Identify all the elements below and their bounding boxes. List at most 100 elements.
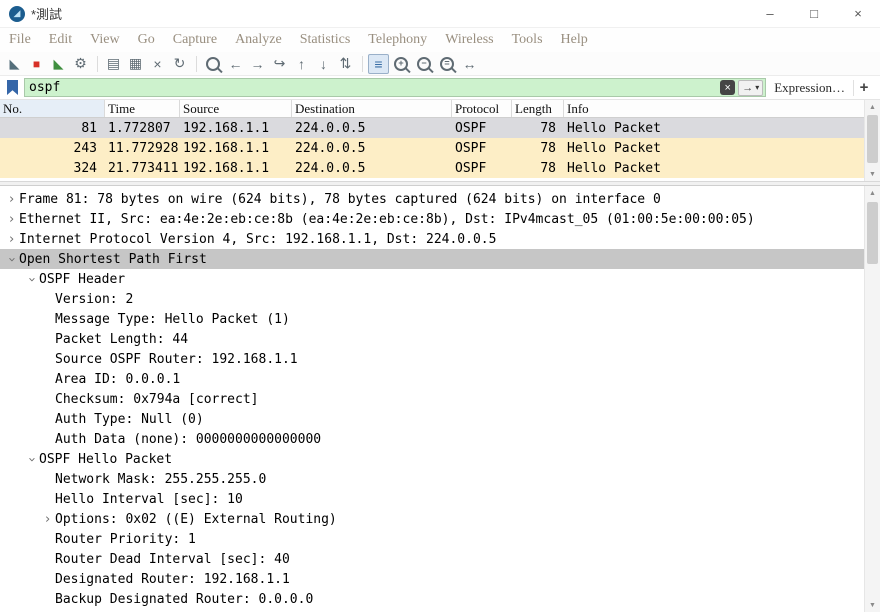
detail-line-checksum[interactable]: › Checksum: 0x794a [correct] xyxy=(0,389,864,409)
stop-capture-icon[interactable]: ■ xyxy=(26,54,47,74)
filter-history-caret-icon: ▾ xyxy=(755,83,760,92)
packet-row[interactable]: 81 1.772807 192.168.1.1 224.0.0.5 OSPF 7… xyxy=(0,118,864,138)
expander-icon[interactable]: › xyxy=(40,512,55,527)
close-button[interactable]: × xyxy=(836,0,880,28)
detail-line-ospf-hello[interactable]: › OSPF Hello Packet xyxy=(0,449,864,469)
go-back-icon[interactable]: ← xyxy=(225,54,246,74)
detail-line-ip[interactable]: › Internet Protocol Version 4, Src: 192.… xyxy=(0,229,864,249)
reload-icon[interactable]: ↻ xyxy=(169,54,190,74)
go-last-packet-icon[interactable]: ↓ xyxy=(313,54,334,74)
menu-statistics[interactable]: Statistics xyxy=(291,28,360,52)
detail-line-backup-designated-router[interactable]: › Backup Designated Router: 0.0.0.0 xyxy=(0,589,864,609)
column-header-source[interactable]: Source xyxy=(180,100,292,117)
column-header-time[interactable]: Time xyxy=(105,100,180,117)
cell-destination: 224.0.0.5 xyxy=(295,160,366,176)
filter-apply-button[interactable]: → ▾ xyxy=(738,79,764,96)
menu-edit[interactable]: Edit xyxy=(40,28,81,52)
detail-line-message-type[interactable]: › Message Type: Hello Packet (1) xyxy=(0,309,864,329)
detail-line-packet-length[interactable]: › Packet Length: 44 xyxy=(0,329,864,349)
expander-icon[interactable]: › xyxy=(4,192,19,207)
detail-line-hello-interval[interactable]: › Hello Interval [sec]: 10 xyxy=(0,489,864,509)
capture-options-icon[interactable]: ⚙ xyxy=(70,54,91,74)
scroll-up-icon[interactable]: ▲ xyxy=(865,100,880,114)
detail-line-options[interactable]: › Options: 0x02 ((E) External Routing) xyxy=(0,509,864,529)
expander-icon[interactable]: › xyxy=(24,452,39,467)
open-capture-icon[interactable]: ▤ xyxy=(103,54,124,74)
menu-analyze[interactable]: Analyze xyxy=(226,28,291,52)
restart-capture-icon[interactable]: ◣ xyxy=(48,54,69,74)
column-header-protocol[interactable]: Protocol xyxy=(452,100,512,117)
detail-line-network-mask[interactable]: › Network Mask: 255.255.255.0 xyxy=(0,469,864,489)
menu-file[interactable]: File xyxy=(0,28,40,52)
detail-line-dead-interval[interactable]: › Router Dead Interval [sec]: 40 xyxy=(0,549,864,569)
scroll-down-icon[interactable]: ▼ xyxy=(865,598,880,612)
filter-bookmark-icon[interactable] xyxy=(7,80,18,95)
detail-line-auth-type[interactable]: › Auth Type: Null (0) xyxy=(0,409,864,429)
detail-line-designated-router[interactable]: › Designated Router: 192.168.1.1 xyxy=(0,569,864,589)
scrollbar-thumb[interactable] xyxy=(867,202,878,264)
toolbar-separator xyxy=(97,55,98,72)
cell-source: 192.168.1.1 xyxy=(183,140,270,156)
display-filter-field[interactable]: × → ▾ xyxy=(24,78,767,97)
menu-capture[interactable]: Capture xyxy=(164,28,226,52)
save-capture-icon[interactable]: ▦ xyxy=(125,54,146,74)
expression-button[interactable]: Expression… xyxy=(774,80,845,96)
add-filter-button[interactable]: + xyxy=(854,79,874,96)
expander-icon[interactable]: › xyxy=(24,272,39,287)
detail-text: OSPF Header xyxy=(39,271,126,287)
detail-line-frame[interactable]: › Frame 81: 78 bytes on wire (624 bits),… xyxy=(0,189,864,209)
auto-scroll-icon[interactable]: ⇅ xyxy=(335,54,356,74)
menu-bar: File Edit View Go Capture Analyze Statis… xyxy=(0,28,880,52)
menu-view[interactable]: View xyxy=(81,28,128,52)
expander-icon[interactable]: › xyxy=(4,252,19,267)
detail-line-area-id[interactable]: › Area ID: 0.0.0.1 xyxy=(0,369,864,389)
column-header-destination[interactable]: Destination xyxy=(292,100,452,117)
detail-line-ospf-header[interactable]: › OSPF Header xyxy=(0,269,864,289)
find-packet-icon[interactable] xyxy=(202,54,224,74)
detail-line-ospf[interactable]: › Open Shortest Path First xyxy=(0,249,864,269)
minimize-button[interactable]: – xyxy=(748,0,792,28)
detail-line-source-router[interactable]: › Source OSPF Router: 192.168.1.1 xyxy=(0,349,864,369)
scroll-up-icon[interactable]: ▲ xyxy=(865,186,880,200)
detail-line-router-priority[interactable]: › Router Priority: 1 xyxy=(0,529,864,549)
detail-text: Message Type: Hello Packet (1) xyxy=(55,311,290,327)
column-header-length[interactable]: Length xyxy=(512,100,564,117)
main-toolbar: ◣ ■ ◣ ⚙ ▤ ▦ × ↻ ← → ↪ ↑ ↓ ⇅ ≡ + − = ↔ xyxy=(0,52,880,76)
menu-help[interactable]: Help xyxy=(552,28,597,52)
menu-go[interactable]: Go xyxy=(129,28,164,52)
column-header-info[interactable]: Info xyxy=(564,100,864,117)
scrollbar-thumb[interactable] xyxy=(867,115,878,163)
start-capture-icon[interactable]: ◣ xyxy=(4,54,25,74)
zoom-in-icon[interactable]: + xyxy=(390,54,412,74)
packet-row[interactable]: 324 21.773411 192.168.1.1 224.0.0.5 OSPF… xyxy=(0,158,864,178)
detail-line-auth-data[interactable]: › Auth Data (none): 0000000000000000 xyxy=(0,429,864,449)
zoom-out-icon[interactable]: − xyxy=(413,54,435,74)
detail-line-version[interactable]: › Version: 2 xyxy=(0,289,864,309)
close-capture-icon[interactable]: × xyxy=(147,54,168,74)
expander-icon[interactable]: › xyxy=(4,212,19,227)
cell-time: 21.773411 xyxy=(108,160,179,176)
packet-row[interactable]: 243 11.772928 192.168.1.1 224.0.0.5 OSPF… xyxy=(0,138,864,158)
packet-list-scrollbar[interactable]: ▲ ▼ xyxy=(864,100,880,181)
detail-text: Packet Length: 44 xyxy=(55,331,189,347)
resize-columns-icon[interactable]: ↔ xyxy=(459,54,480,74)
maximize-button[interactable]: □ xyxy=(792,0,836,28)
zoom-normal-icon[interactable]: = xyxy=(436,54,458,74)
go-forward-icon[interactable]: → xyxy=(247,54,268,74)
menu-wireless[interactable]: Wireless xyxy=(436,28,502,52)
column-header-no[interactable]: No. xyxy=(0,100,105,117)
go-to-packet-icon[interactable]: ↪ xyxy=(269,54,290,74)
go-first-packet-icon[interactable]: ↑ xyxy=(291,54,312,74)
colorize-icon[interactable]: ≡ xyxy=(368,53,389,74)
cell-info: Hello Packet xyxy=(567,160,661,176)
display-filter-input[interactable] xyxy=(29,80,721,95)
menu-telephony[interactable]: Telephony xyxy=(359,28,436,52)
filter-clear-icon[interactable]: × xyxy=(720,80,736,95)
expander-icon[interactable]: › xyxy=(4,232,19,247)
menu-tools[interactable]: Tools xyxy=(503,28,552,52)
cell-time: 1.772807 xyxy=(108,120,171,136)
details-scrollbar[interactable]: ▲ ▼ xyxy=(864,186,880,612)
scroll-down-icon[interactable]: ▼ xyxy=(865,167,880,181)
detail-line-ethernet[interactable]: › Ethernet II, Src: ea:4e:2e:eb:ce:8b (e… xyxy=(0,209,864,229)
detail-text: Open Shortest Path First xyxy=(19,251,207,267)
